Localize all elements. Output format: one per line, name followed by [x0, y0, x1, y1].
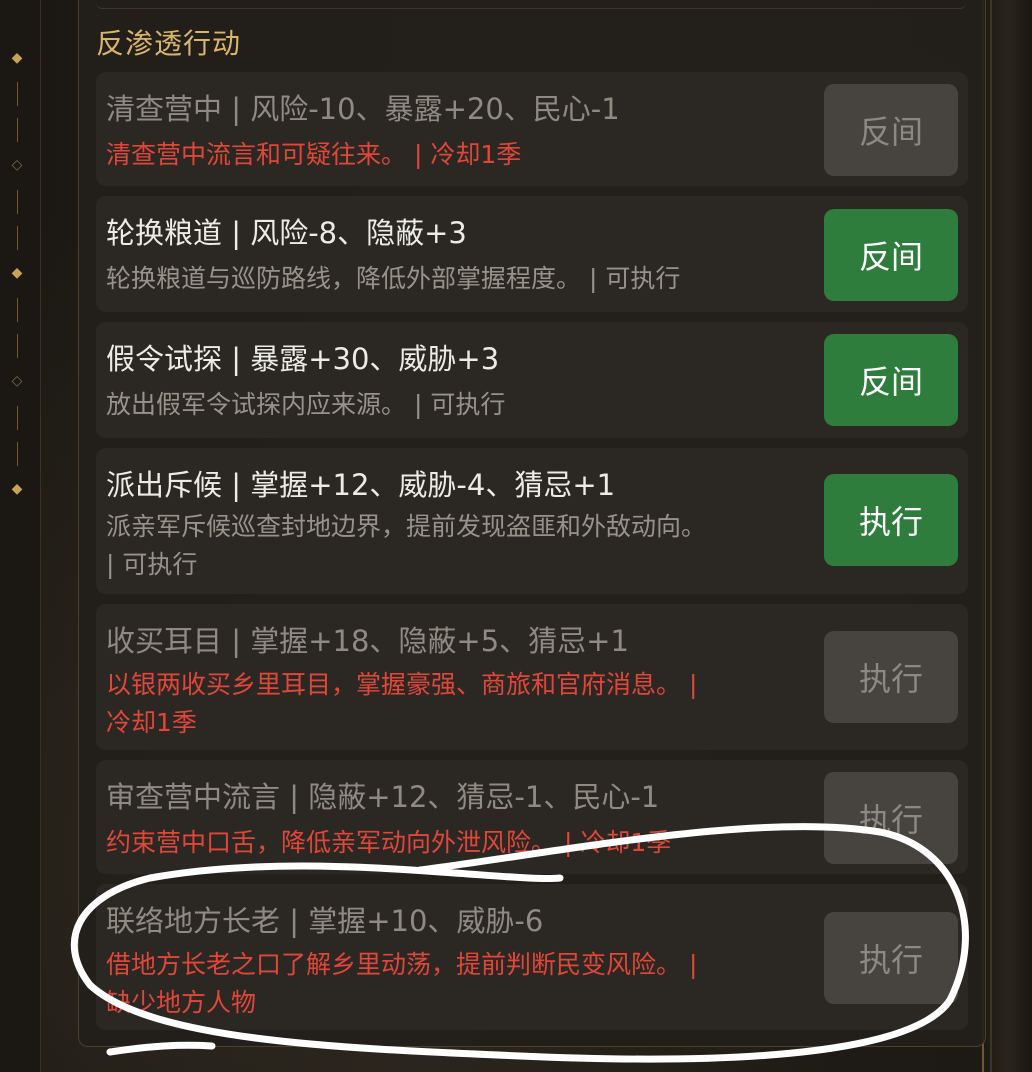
action-card-clear-camp: 清查营中 | 风险-10、暴露+20、民心-1 清查营中流言和可疑往来。 | 冷… [96, 72, 968, 186]
action-title: 联络地方长老 | 掌握+10、威胁-6 [106, 904, 544, 938]
execute-button[interactable]: 执行 [824, 631, 958, 723]
action-description: 以银两收买乡里耳目，掌握豪强、商旅和官府消息。 | [106, 670, 698, 699]
diamond-filled-icon: ◆ [11, 481, 23, 497]
counter-spy-button[interactable]: 反间 [824, 334, 958, 426]
rail-divider [17, 226, 18, 250]
action-status: 缺少地方人物 [106, 988, 257, 1017]
action-card-rotate-supply: 轮换粮道 | 风险-8、隐蔽+3 轮换粮道与巡防路线，降低外部掌握程度。 | 可… [96, 196, 968, 312]
action-card-fake-order: 假令试探 | 暴露+30、威胁+3 放出假军令试探内应来源。 | 可执行 反间 [96, 322, 968, 438]
action-description: 约束营中口舌，降低亲军动向外泄风险。 | 冷却1季 [106, 828, 672, 857]
counter-spy-button[interactable]: 反间 [824, 209, 958, 301]
diamond-outline-icon: ◇ [11, 373, 23, 389]
action-title: 假令试探 | 暴露+30、威胁+3 [106, 342, 500, 376]
action-card-buy-informants: 收买耳目 | 掌握+18、隐蔽+5、猜忌+1 以银两收买乡里耳目，掌握豪强、商旅… [96, 604, 968, 750]
counter-spy-button[interactable]: 反间 [824, 84, 958, 176]
rail-divider [17, 118, 18, 142]
right-decorative-frame [982, 0, 1032, 1072]
action-description: 放出假军令试探内应来源。 | 可执行 [106, 390, 506, 419]
action-card-review-rumors: 审查营中流言 | 隐蔽+12、猜忌-1、民心-1 约束营中口舌，降低亲军动向外泄… [96, 760, 968, 874]
action-title: 审查营中流言 | 隐蔽+12、猜忌-1、民心-1 [106, 780, 660, 814]
action-title: 派出斥候 | 掌握+12、威胁-4、猜忌+1 [106, 468, 616, 502]
section-title: 反渗透行动 [96, 27, 242, 60]
execute-button[interactable]: 执行 [824, 772, 958, 864]
execute-button[interactable]: 执行 [824, 912, 958, 1004]
rail-divider [17, 334, 18, 358]
diamond-filled-icon: ◆ [11, 265, 23, 281]
action-title: 清查营中 | 风险-10、暴露+20、民心-1 [106, 92, 620, 126]
execute-button[interactable]: 执行 [824, 474, 958, 566]
diamond-outline-icon: ◇ [11, 157, 23, 173]
action-status: 冷却1季 [106, 708, 197, 737]
previous-card-edge [96, 0, 966, 9]
rail-divider [17, 442, 18, 466]
left-decorative-rail: ◆ ◇ ◆ ◇ ◆ [0, 0, 41, 1072]
rail-divider [17, 190, 18, 214]
rail-divider [17, 298, 18, 322]
action-card-contact-elders: 联络地方长老 | 掌握+10、威胁-6 借地方长老之口了解乡里动荡，提前判断民变… [96, 884, 968, 1030]
action-title: 轮换粮道 | 风险-8、隐蔽+3 [106, 216, 467, 250]
action-description: 轮换粮道与巡防路线，降低外部掌握程度。 | 可执行 [106, 264, 681, 293]
action-card-send-scouts: 派出斥候 | 掌握+12、威胁-4、猜忌+1 派亲军斥候巡查封地边界，提前发现盗… [96, 448, 968, 594]
action-description: 借地方长老之口了解乡里动荡，提前判断民变风险。 | [106, 950, 698, 979]
diamond-filled-icon: ◆ [11, 50, 23, 66]
action-title: 收买耳目 | 掌握+18、隐蔽+5、猜忌+1 [106, 624, 629, 658]
rail-divider [17, 406, 18, 430]
action-description: 清查营中流言和可疑往来。 | 冷却1季 [106, 140, 522, 169]
action-status: | 可执行 [106, 550, 198, 579]
action-description: 派亲军斥候巡查封地边界，提前发现盗匪和外敌动向。 [106, 512, 707, 541]
rail-divider [17, 82, 18, 106]
